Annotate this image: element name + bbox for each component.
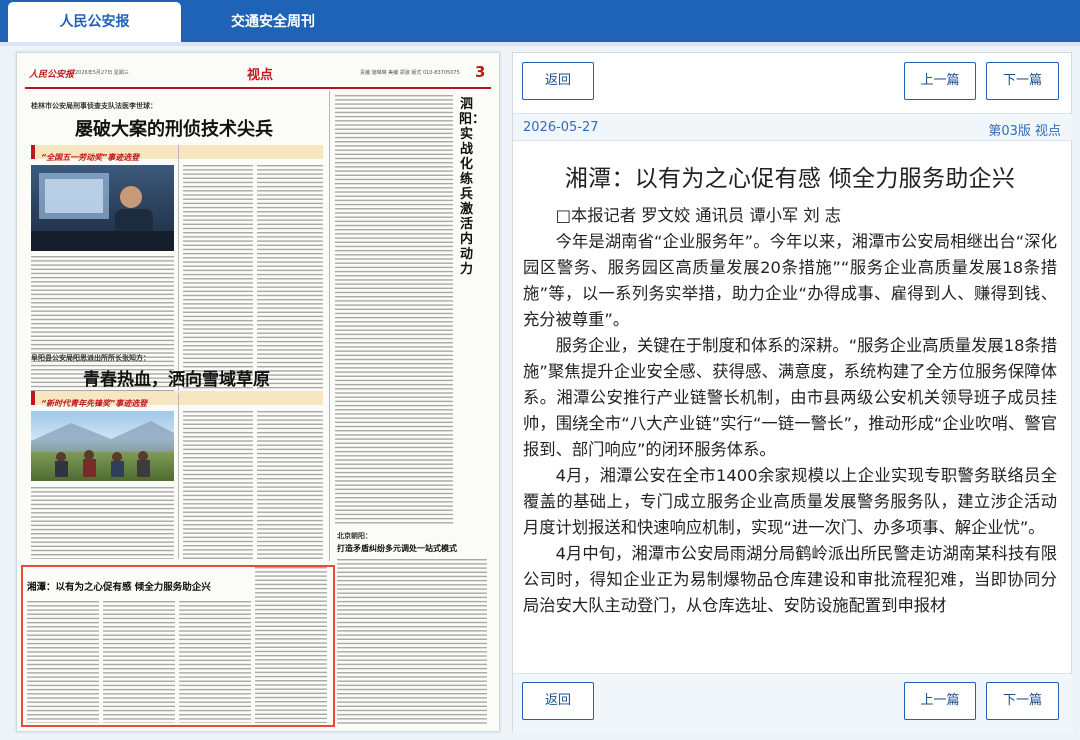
story-body-text bbox=[183, 165, 253, 395]
previous-article-button[interactable]: 上一篇 bbox=[904, 62, 976, 100]
story-banner-text: “全国五一劳动奖”事迹选登 bbox=[41, 153, 140, 162]
story-body-text bbox=[257, 411, 323, 559]
article-page-info: 第03版 视点 bbox=[988, 124, 1061, 139]
story-kicker[interactable]: 北京朝阳： bbox=[337, 531, 372, 541]
next-article-button-bottom[interactable]: 下一篇 bbox=[986, 682, 1059, 720]
story-kicker[interactable]: 桂林市公安局刑事侦查支队法医李世球： bbox=[31, 101, 157, 111]
article-paragraph: 今年是湖南省“企业服务年”。今年以来，湘潭市公安局相继出台“深化园区警务、服务园… bbox=[523, 232, 1057, 329]
masthead-logo: 人民公安报 bbox=[29, 70, 75, 80]
photo-scene bbox=[31, 421, 174, 477]
story-body-text bbox=[31, 487, 174, 559]
article-meta-row: 2026-05-27 第03版 视点 bbox=[513, 113, 1073, 141]
story-banner-text: “新时代青年先锋奖”事迹选登 bbox=[41, 399, 148, 408]
story-body-text bbox=[337, 559, 487, 725]
newspaper-page: 人民公安报 2026年5月27日 星期三 视点 责编 施琳琳 美编 郑淑 版式 … bbox=[16, 52, 500, 732]
column-divider bbox=[329, 91, 330, 561]
previous-article-button-bottom[interactable]: 上一篇 bbox=[904, 682, 976, 720]
article-panel: 返回 上一篇 下一篇 2026-05-27 第03版 视点 湘潭：以有为之心促有… bbox=[512, 52, 1073, 733]
story-body-text bbox=[335, 95, 453, 525]
tab-jiaotong-anquan-zhoukan[interactable]: 交通安全周刊 bbox=[198, 0, 348, 42]
back-button-bottom[interactable]: 返回 bbox=[522, 682, 594, 720]
page-header: 人民公安报 2026年5月27日 星期三 视点 责编 施琳琳 美编 郑淑 版式 … bbox=[25, 61, 491, 89]
article-bottom-bar: 返回 上一篇 下一篇 bbox=[513, 673, 1073, 733]
story-body-text bbox=[183, 411, 253, 559]
article-paragraph: 4月中旬，湘潭市公安局雨湖分局鹤岭派出所民警走访湖南某科技有限公司时，得知企业正… bbox=[523, 544, 1057, 615]
article-paragraph: 服务企业，关键在于制度和体系的深耕。“服务企业高质量发展18条措施”聚焦提升企业… bbox=[523, 336, 1057, 459]
page-section-title: 视点 bbox=[247, 68, 274, 83]
tab-renmin-gongan-bao[interactable]: 人民公安报 bbox=[8, 2, 181, 42]
story-headline[interactable]: 青春热血，洒向雪域草原 bbox=[83, 365, 270, 390]
story-headline[interactable]: 屡破大案的刑侦技术尖兵 bbox=[75, 115, 273, 141]
article-byline: □本报记者 罗文姣 通讯员 谭小军 刘 志 bbox=[555, 206, 842, 225]
story-kicker[interactable]: 阜阳县公安局阳思派出所所长张知方： bbox=[31, 353, 150, 363]
page-date-line: 2026年5月27日 星期三 bbox=[75, 70, 129, 76]
page-editor-line: 责编 施琳琳 美编 郑淑 版式 010-83705075 bbox=[360, 70, 460, 76]
back-button[interactable]: 返回 bbox=[522, 62, 594, 100]
article-paragraph: 4月，湘潭公安在全市1400余家规模以上企业实现专职警务联络员全覆盖的基础上，专… bbox=[523, 466, 1057, 537]
column-divider bbox=[178, 145, 179, 395]
plateau-group-photo[interactable] bbox=[31, 411, 174, 481]
article-content[interactable]: 湘潭：以有为之心促有感 倾全力服务助企兴 □本报记者 罗文姣 通讯员 谭小军 刘… bbox=[513, 143, 1073, 673]
article-date: 2026-05-27 bbox=[523, 120, 599, 135]
column-divider bbox=[178, 393, 179, 559]
page-number: 3 bbox=[475, 63, 486, 81]
selected-article-highlight[interactable] bbox=[21, 565, 335, 727]
story-banner: “新时代青年先锋奖”事迹选登 bbox=[31, 391, 323, 408]
photo-scene bbox=[31, 173, 174, 251]
article-title: 湘潭：以有为之心促有感 倾全力服务助企兴 bbox=[564, 166, 1016, 192]
police-forensics-photo[interactable] bbox=[31, 165, 174, 251]
story-body-text bbox=[257, 165, 323, 395]
next-article-button[interactable]: 下一篇 bbox=[986, 62, 1059, 100]
story-banner: “全国五一劳动奖”事迹选登 bbox=[31, 145, 323, 162]
story-headline[interactable]: 打造矛盾纠纷多元调处一站式模式 bbox=[337, 543, 457, 554]
tab-underline-strip bbox=[0, 42, 1080, 46]
story-vertical-headline[interactable]: 泗阳：实战化练兵 激活内动力 bbox=[459, 97, 485, 277]
